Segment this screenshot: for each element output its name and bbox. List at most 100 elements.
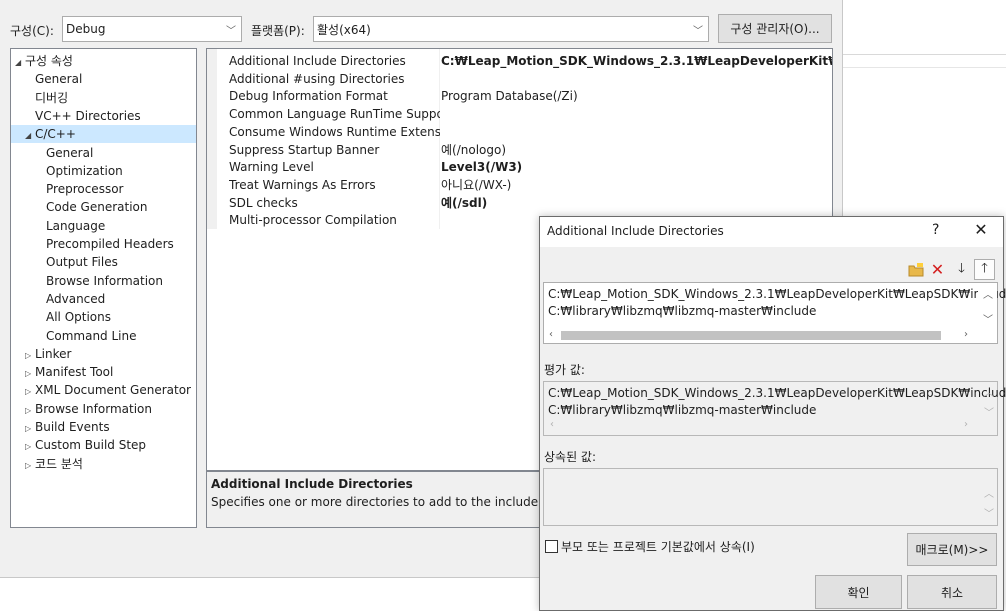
- tree-item[interactable]: All Options: [11, 308, 196, 326]
- close-button[interactable]: ✕: [970, 220, 992, 239]
- arrow-up-icon: 🡑: [981, 260, 988, 276]
- property-name: Multi-processor Compilation: [229, 213, 397, 228]
- scroll-left-icon: ‹: [550, 419, 554, 430]
- scroll-up-icon[interactable]: ︿: [983, 286, 993, 301]
- tree-item-label: VC++ Directories: [35, 108, 141, 123]
- property-name: Additional Include Directories: [229, 54, 406, 68]
- property-row[interactable]: Suppress Startup Banner 예(/nologo): [207, 141, 832, 159]
- config-combo[interactable]: Debug ﹀: [62, 16, 242, 42]
- new-line-button[interactable]: [905, 259, 926, 280]
- inherit-checkbox[interactable]: [545, 540, 558, 553]
- horizontal-scrollbar[interactable]: ‹ ›: [544, 328, 978, 343]
- platform-combo[interactable]: 활성(x64) ﹀: [313, 16, 709, 42]
- background-divider: [843, 54, 1006, 55]
- dialog-title: Additional Include Directories: [547, 224, 724, 238]
- property-value[interactable]: Program Database(/Zi): [441, 87, 832, 105]
- tree-item[interactable]: Precompiled Headers: [11, 235, 196, 253]
- scroll-left-icon[interactable]: ‹: [549, 329, 553, 340]
- scroll-up-icon: ︿: [984, 489, 994, 500]
- property-value[interactable]: Level3(/W3): [441, 158, 832, 176]
- scroll-right-icon[interactable]: ›: [964, 329, 968, 340]
- tree-item[interactable]: VC++ Directories: [11, 107, 196, 125]
- collapsed-triangle-icon[interactable]: ▷: [25, 383, 35, 401]
- move-down-button[interactable]: 🡓: [951, 259, 972, 280]
- help-button[interactable]: ?: [932, 222, 939, 238]
- tree-item[interactable]: ▷ Linker: [11, 345, 196, 363]
- expanded-triangle-icon[interactable]: ◢: [15, 54, 25, 72]
- evaluated-value-box: C:₩Leap_Motion_SDK_Windows_2.3.1₩LeapDev…: [543, 381, 1006, 436]
- collapsed-triangle-icon[interactable]: ▷: [25, 438, 35, 456]
- property-value[interactable]: 예(/sdl): [441, 194, 832, 212]
- tree-item[interactable]: ▷ Custom Build Step: [11, 436, 196, 454]
- tree-item[interactable]: ▷ Browse Information: [11, 400, 196, 418]
- property-row[interactable]: Consume Windows Runtime Extension: [207, 123, 832, 141]
- property-row[interactable]: Debug Information Format Program Database…: [207, 87, 832, 105]
- move-up-button[interactable]: 🡑: [974, 259, 995, 280]
- tree-item[interactable]: Output Files: [11, 253, 196, 271]
- property-value[interactable]: C:₩Leap_Motion_SDK_Windows_2.3.1₩LeapDev…: [441, 52, 832, 70]
- inherit-checkbox-row[interactable]: 부모 또는 프로젝트 기본값에서 상속(I): [545, 538, 755, 555]
- inherit-checkbox-label[interactable]: 부모 또는 프로젝트 기본값에서 상속(I): [561, 538, 755, 555]
- vertical-scrollbar[interactable]: ︿ ﹀: [978, 283, 997, 329]
- tree-item-label: Output Files: [46, 255, 118, 270]
- ok-button[interactable]: 확인: [815, 575, 902, 609]
- collapsed-triangle-icon[interactable]: ▷: [25, 365, 35, 383]
- property-row[interactable]: Warning Level Level3(/W3): [207, 158, 832, 176]
- list-item[interactable]: C:₩library₩libzmq₩libzmq-master₩include: [548, 304, 816, 318]
- list-item[interactable]: C:₩Leap_Motion_SDK_Windows_2.3.1₩LeapDev…: [548, 287, 1006, 301]
- delete-button[interactable]: ✕: [927, 259, 948, 280]
- config-manager-button[interactable]: 구성 관리자(O)...: [718, 14, 832, 43]
- property-row[interactable]: Additional #using Directories: [207, 70, 832, 88]
- property-value[interactable]: 예(/nologo): [441, 141, 832, 159]
- tree-item[interactable]: ◢ C/C++: [11, 125, 196, 145]
- tree-item-label: Custom Build Step: [35, 438, 147, 453]
- tree-item-label: Command Line: [46, 328, 137, 343]
- directories-list[interactable]: C:₩Leap_Motion_SDK_Windows_2.3.1₩LeapDev…: [543, 282, 1006, 344]
- category-tree[interactable]: ◢ 구성 속성 General 디버깅 VC++ Directories ◢ C/C++ Ge…: [10, 48, 197, 528]
- property-row[interactable]: SDL checks 예(/sdl): [207, 194, 832, 212]
- cancel-button[interactable]: 취소: [907, 575, 997, 609]
- tree-item[interactable]: ▷ XML Document Generator: [11, 381, 196, 399]
- tree-item[interactable]: Advanced: [11, 290, 196, 308]
- property-row[interactable]: Additional Include Directories C:₩Leap_Mo…: [207, 52, 832, 70]
- scroll-down-icon[interactable]: ﹀: [983, 311, 993, 326]
- tree-item-label: 디버깅: [35, 90, 69, 105]
- tree-item-label: Manifest Tool: [35, 365, 114, 380]
- tree-item-label: XML Document Generator: [35, 383, 191, 398]
- tree-item[interactable]: Preprocessor: [11, 180, 196, 198]
- tree-item[interactable]: ▷ Build Events: [11, 418, 196, 436]
- property-value[interactable]: 아니요(/WX-): [441, 176, 832, 194]
- arrow-down-icon: 🡓: [958, 260, 965, 276]
- platform-label: 플랫폼(P):: [251, 24, 305, 38]
- tree-item[interactable]: ▷ 코드 분석: [11, 455, 196, 473]
- expanded-triangle-icon[interactable]: ◢: [25, 127, 35, 145]
- tree-item[interactable]: Optimization: [11, 162, 196, 180]
- property-name: Common Language RunTime Support: [229, 107, 440, 122]
- collapsed-triangle-icon[interactable]: ▷: [25, 420, 35, 438]
- tree-item[interactable]: Language: [11, 217, 196, 235]
- scroll-down-icon: ﹀: [984, 408, 994, 419]
- collapsed-triangle-icon[interactable]: ▷: [25, 347, 35, 365]
- config-label: 구성(C):: [10, 24, 54, 38]
- tree-item[interactable]: Browse Information: [11, 272, 196, 290]
- tree-item[interactable]: ▷ Manifest Tool: [11, 363, 196, 381]
- collapsed-triangle-icon[interactable]: ▷: [25, 402, 35, 420]
- property-row[interactable]: Common Language RunTime Support: [207, 105, 832, 123]
- tree-item-label: General: [46, 145, 94, 160]
- macros-button[interactable]: 매크로(M)>>: [907, 533, 997, 566]
- collapsed-triangle-icon[interactable]: ▷: [25, 457, 35, 475]
- property-row[interactable]: Treat Warnings As Errors 아니요(/WX-): [207, 176, 832, 194]
- chevron-down-icon: ﹀: [226, 26, 236, 37]
- inherited-values-box: ︿ ﹀: [543, 468, 998, 526]
- delete-icon: ✕: [930, 260, 945, 279]
- tree-item[interactable]: 디버깅: [11, 89, 196, 107]
- tree-item-label: Language: [46, 218, 106, 233]
- scrollbar-thumb[interactable]: [561, 331, 941, 340]
- tree-item[interactable]: General: [11, 70, 196, 88]
- tree-item[interactable]: Command Line: [11, 327, 196, 345]
- tree-item[interactable]: Code Generation: [11, 198, 196, 216]
- tree-item-label: Browse Information: [35, 401, 152, 416]
- scroll-up-icon: ︿: [984, 388, 994, 399]
- tree-item[interactable]: ◢ 구성 속성: [11, 52, 196, 70]
- tree-item[interactable]: General: [11, 144, 196, 162]
